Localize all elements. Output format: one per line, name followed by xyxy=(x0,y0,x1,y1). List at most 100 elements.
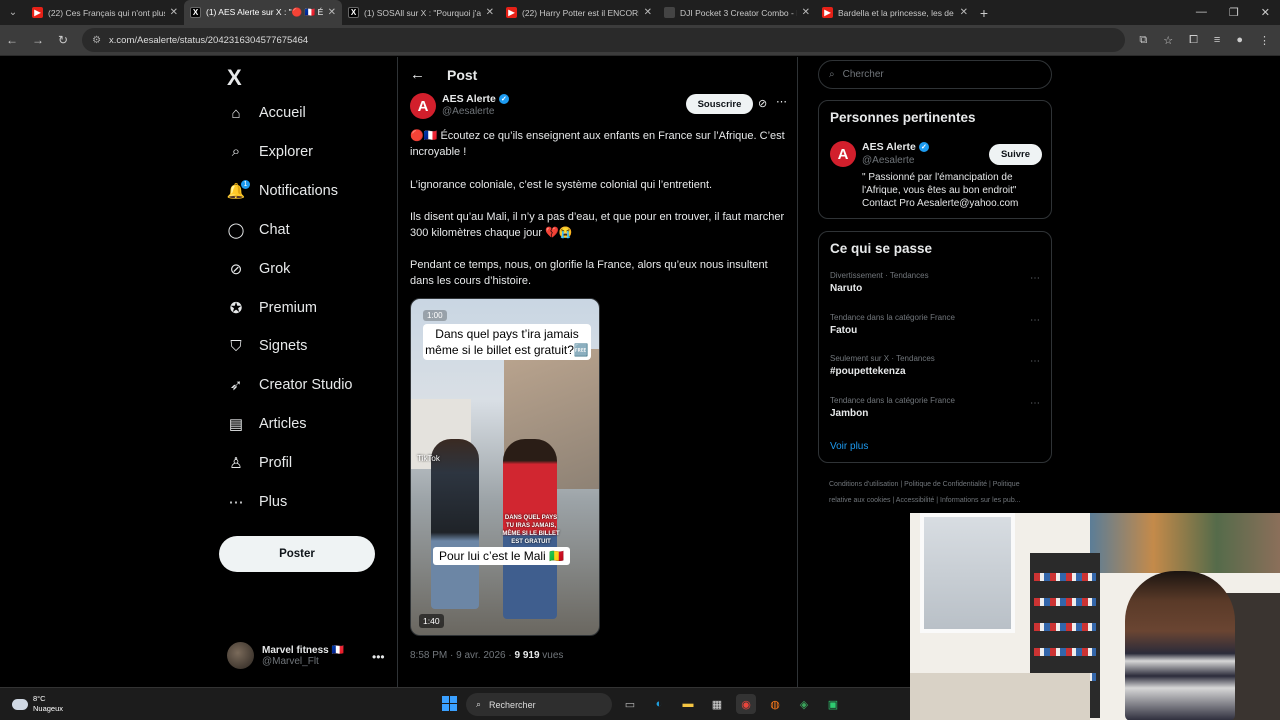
browser-tab[interactable]: ▶ Bardella et la princesse, les de ✕ xyxy=(816,0,974,25)
grok-icon: ⊘ xyxy=(229,260,243,278)
forward-icon[interactable]: → xyxy=(32,33,44,47)
trend-name: Naruto xyxy=(830,283,863,294)
post-video[interactable]: 1:00 Dans quel pays t’ira jamais même si… xyxy=(410,298,600,636)
nav-item-label: Explorer xyxy=(259,143,313,160)
footer-links[interactable]: Conditions d'utilisation | Politique de … xyxy=(829,477,1043,509)
post-time[interactable]: 8:58 PM · 9 avr. 2026 · xyxy=(410,650,515,661)
media-icon[interactable]: ≡ xyxy=(1214,34,1220,47)
windows-start-icon[interactable] xyxy=(442,696,457,711)
file-explorer-icon[interactable]: ▬ xyxy=(678,694,698,714)
cloud-icon xyxy=(12,698,28,710)
x-logo[interactable]: X xyxy=(227,65,242,91)
nav-item-notifications[interactable]: 🔔 1 Notifications xyxy=(227,179,338,200)
relevant-user[interactable]: AES Alerte ✓ @Aesalerte xyxy=(862,141,929,166)
nav-item-premium[interactable]: ✪ Premium xyxy=(227,299,317,317)
address-bar-row: ← → ↻ ⚙ x.com/Aesalerte/status/204231630… xyxy=(0,25,1280,56)
post-more-icon[interactable]: ⋯ xyxy=(776,95,787,108)
back-icon[interactable]: ← xyxy=(6,33,18,47)
trending-title: Ce qui se passe xyxy=(830,241,933,256)
nav-item-accueil[interactable]: ⌂ Accueil xyxy=(227,104,305,122)
relevant-avatar[interactable]: A xyxy=(830,141,856,167)
browser-tab[interactable]: X (1) AES Alerte sur X : "🔴 🇫🇷 Écoutez ✕ xyxy=(184,0,342,25)
terminal-icon[interactable]: ▣ xyxy=(823,694,843,714)
trend-more-icon[interactable]: ⋯ xyxy=(1030,315,1040,326)
tab-title: (22) Harry Potter est il ENCORE xyxy=(522,7,639,18)
close-window-icon[interactable]: ✕ xyxy=(1261,6,1270,19)
close-tab-icon[interactable]: ✕ xyxy=(802,7,810,18)
taskbar-search[interactable]: ⌕ Rechercher xyxy=(466,693,612,716)
nav-item-signets[interactable]: ⛉ Signets xyxy=(227,337,307,355)
close-tab-icon[interactable]: ✕ xyxy=(486,7,494,18)
bookmark-icon: ⛉ xyxy=(230,337,242,355)
back-arrow-icon[interactable]: ← xyxy=(410,66,425,83)
tab-title: (22) Ces Français qui n'ont plus xyxy=(48,7,165,18)
nav-item-plus[interactable]: ⋯ Plus xyxy=(227,493,288,511)
nav-item-label: Chat xyxy=(259,221,290,238)
trend-item[interactable]: Tendance dans la catégorie France Fatou ⋯ xyxy=(830,313,1040,336)
nav-item-explorer[interactable]: ⌕ Explorer xyxy=(227,143,313,161)
dji-favicon-icon xyxy=(664,7,675,18)
site-info-icon[interactable]: ⚙ xyxy=(92,35,101,46)
taskbar-apps: ▭ ◐ ▬ ▦ ◉ ◍ ◈ ▣ xyxy=(620,694,843,714)
tab-title: (1) SOSAll sur X : "Pourquoi j'ai xyxy=(364,7,481,18)
account-name: Marvel fitness 🇫🇷 xyxy=(262,644,344,656)
install-app-icon[interactable]: ⧉ xyxy=(1139,34,1147,47)
browser-tab[interactable]: ▶ (22) Ces Français qui n'ont plus ✕ xyxy=(26,0,184,25)
edge-icon[interactable]: ◐ xyxy=(649,694,669,714)
post-author[interactable]: A AES Alerte ✓ @Aesalerte xyxy=(410,93,509,119)
trend-more-icon[interactable]: ⋯ xyxy=(1030,273,1040,284)
premium-icon: ✪ xyxy=(229,299,243,317)
close-tab-icon[interactable]: ✕ xyxy=(644,7,652,18)
nav-item-creator-studio[interactable]: ➶ Creator Studio xyxy=(227,376,353,394)
reload-icon[interactable]: ↻ xyxy=(58,33,68,47)
nav-item-chat[interactable]: ◯ Chat xyxy=(227,221,290,239)
grok-explain-icon[interactable]: ⊘ xyxy=(758,97,767,110)
webcam-overlay xyxy=(910,513,1280,720)
new-tab-button[interactable]: + xyxy=(974,5,994,21)
trend-name: Jambon xyxy=(830,407,869,419)
menu-icon[interactable]: ⋮ xyxy=(1259,34,1270,47)
search-input[interactable]: ⌕ Chercher xyxy=(818,60,1052,89)
nav-item-articles[interactable]: ▤ Articles xyxy=(227,415,307,433)
trend-name: #poupettekenza xyxy=(830,366,906,377)
close-tab-icon[interactable]: ✕ xyxy=(170,7,178,18)
firefox-icon[interactable]: ◍ xyxy=(765,694,785,714)
browser-tab[interactable]: X (1) SOSAll sur X : "Pourquoi j'ai ✕ xyxy=(342,0,500,25)
profile-icon[interactable]: ● xyxy=(1236,34,1243,47)
store-icon[interactable]: ▦ xyxy=(707,694,727,714)
subscribe-button[interactable]: Souscrire xyxy=(686,94,753,114)
notification-badge: 1 xyxy=(241,179,250,189)
minimize-icon[interactable]: — xyxy=(1196,6,1207,19)
maximize-icon[interactable]: ❐ xyxy=(1229,6,1239,19)
trend-item[interactable]: Seulement sur X · Tendances #poupettekenz… xyxy=(830,354,1040,377)
trend-more-icon[interactable]: ⋯ xyxy=(1030,356,1040,367)
url-field[interactable]: ⚙ x.com/Aesalerte/status/204231630457767… xyxy=(82,28,1126,52)
show-more-link[interactable]: Voir plus xyxy=(830,441,868,452)
window-controls: — ❐ ✕ xyxy=(1196,6,1280,19)
trend-item[interactable]: Tendance dans la catégorie France Jambon ⋯ xyxy=(830,396,1040,419)
browser-tab[interactable]: DJI Pocket 3 Creator Combo - E ✕ xyxy=(658,0,816,25)
star-icon[interactable]: ☆ xyxy=(1163,34,1173,47)
trend-more-icon[interactable]: ⋯ xyxy=(1030,398,1040,409)
browser-tab[interactable]: ▶ (22) Harry Potter est il ENCORE ✕ xyxy=(500,0,658,25)
extensions-icon[interactable]: ⧠ xyxy=(1189,34,1198,47)
account-more-icon[interactable]: ••• xyxy=(372,650,385,664)
close-tab-icon[interactable]: ✕ xyxy=(328,7,336,18)
tab-search-icon[interactable]: ⌄ xyxy=(0,0,26,25)
post-button[interactable]: Poster xyxy=(219,536,375,572)
task-view-icon[interactable]: ▭ xyxy=(620,694,640,714)
account-switcher[interactable]: Marvel fitness 🇫🇷 @Marvel_Flt ••• xyxy=(227,642,385,669)
close-tab-icon[interactable]: ✕ xyxy=(960,7,968,18)
chrome-icon[interactable]: ◉ xyxy=(736,694,756,714)
trend-item[interactable]: Divertissement · Tendances Naruto ⋯ xyxy=(830,271,1040,294)
search-placeholder: Chercher xyxy=(842,69,884,80)
nav-item-profil[interactable]: ♙ Profil xyxy=(227,454,292,472)
profile-icon: ♙ xyxy=(229,455,243,473)
weather-widget[interactable]: 8°C Nuageux xyxy=(12,694,63,714)
relevant-title: Personnes pertinentes xyxy=(830,110,976,125)
follow-button[interactable]: Suivre xyxy=(989,144,1042,165)
app-icon[interactable]: ◈ xyxy=(794,694,814,714)
author-avatar[interactable]: A xyxy=(410,93,436,119)
tab-title: DJI Pocket 3 Creator Combo - E xyxy=(680,7,797,18)
nav-item-grok[interactable]: ⊘ Grok xyxy=(227,260,291,278)
